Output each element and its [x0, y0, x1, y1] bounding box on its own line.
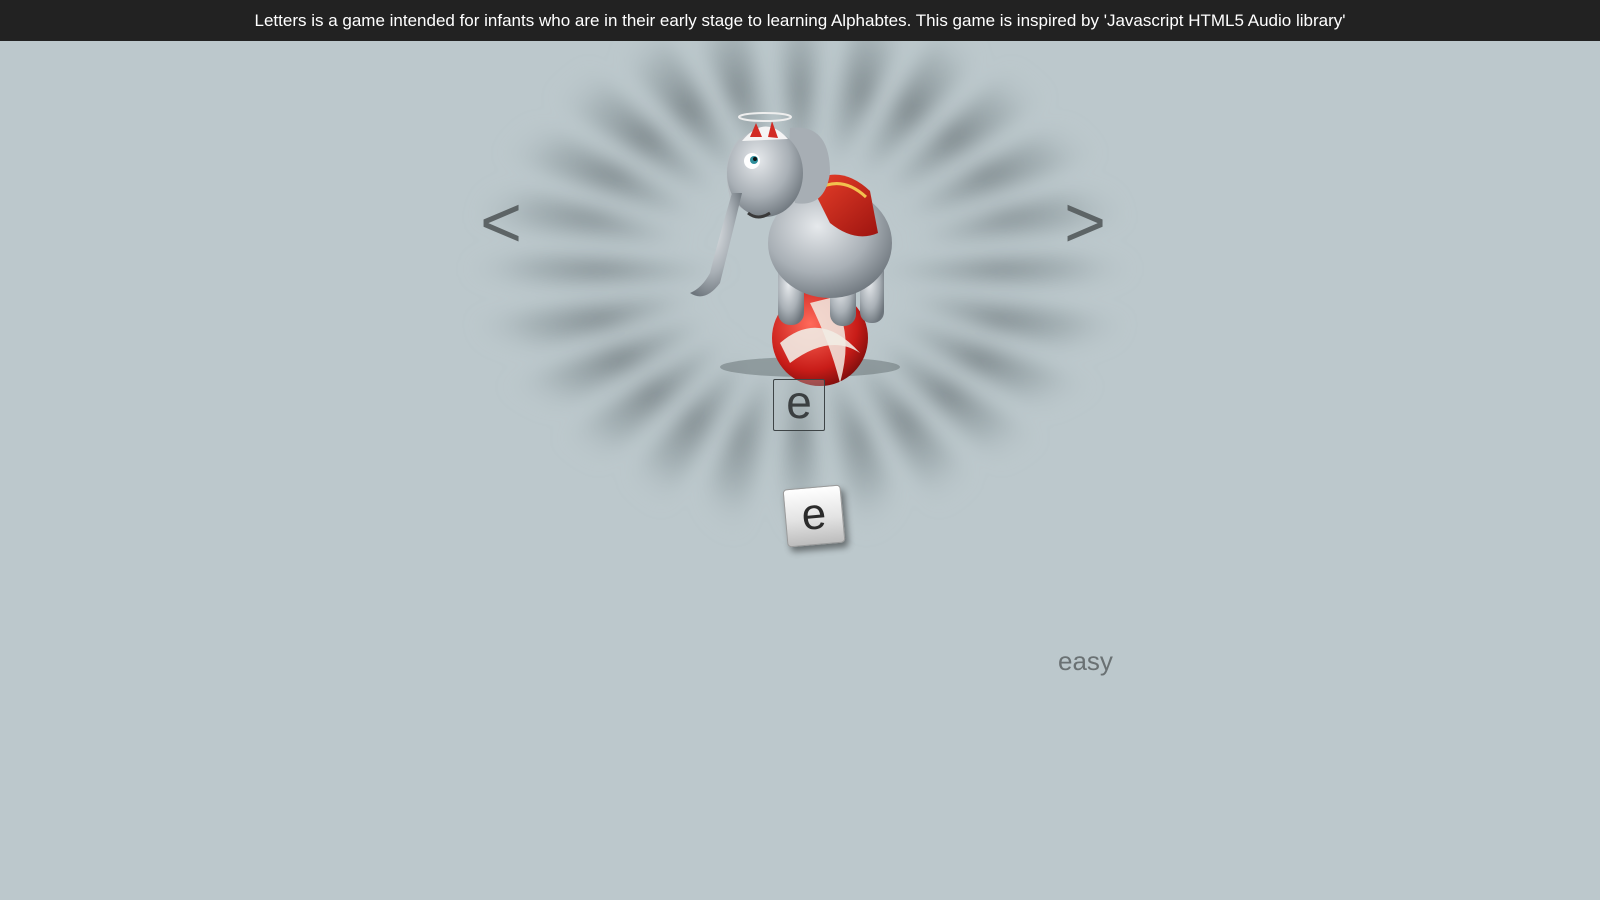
previous-button[interactable]: < — [480, 187, 522, 259]
difficulty-toggle[interactable]: easy — [1058, 646, 1113, 677]
draggable-letter-tile[interactable]: e — [782, 484, 846, 548]
next-button[interactable]: > — [1064, 187, 1106, 259]
target-letter-box: e — [773, 379, 825, 431]
game-description-banner: Letters is a game intended for infants w… — [0, 0, 1600, 41]
elephant-on-ball-icon — [690, 112, 900, 386]
game-stage: < > e e easy — [0, 41, 1600, 900]
